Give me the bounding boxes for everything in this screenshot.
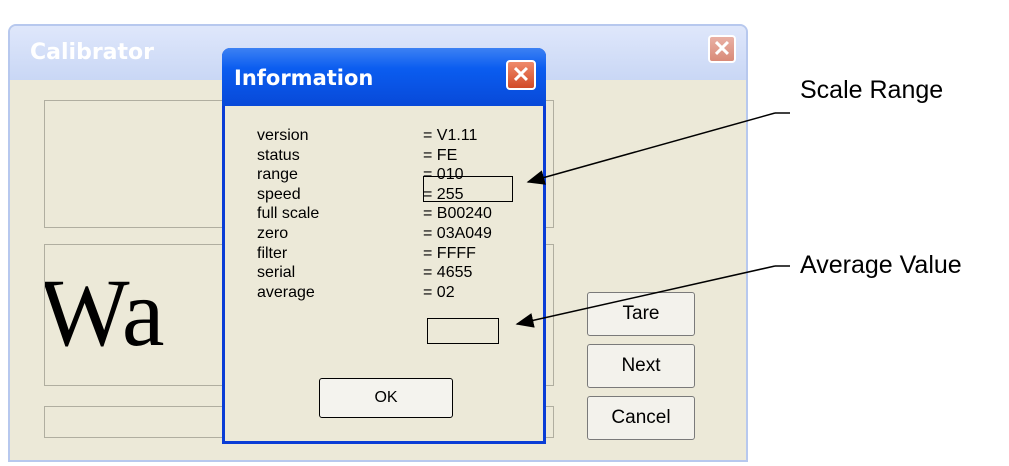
annotation-arrows	[515, 112, 790, 328]
average-value-arrow	[515, 265, 790, 328]
scale-range-arrow	[526, 112, 790, 185]
